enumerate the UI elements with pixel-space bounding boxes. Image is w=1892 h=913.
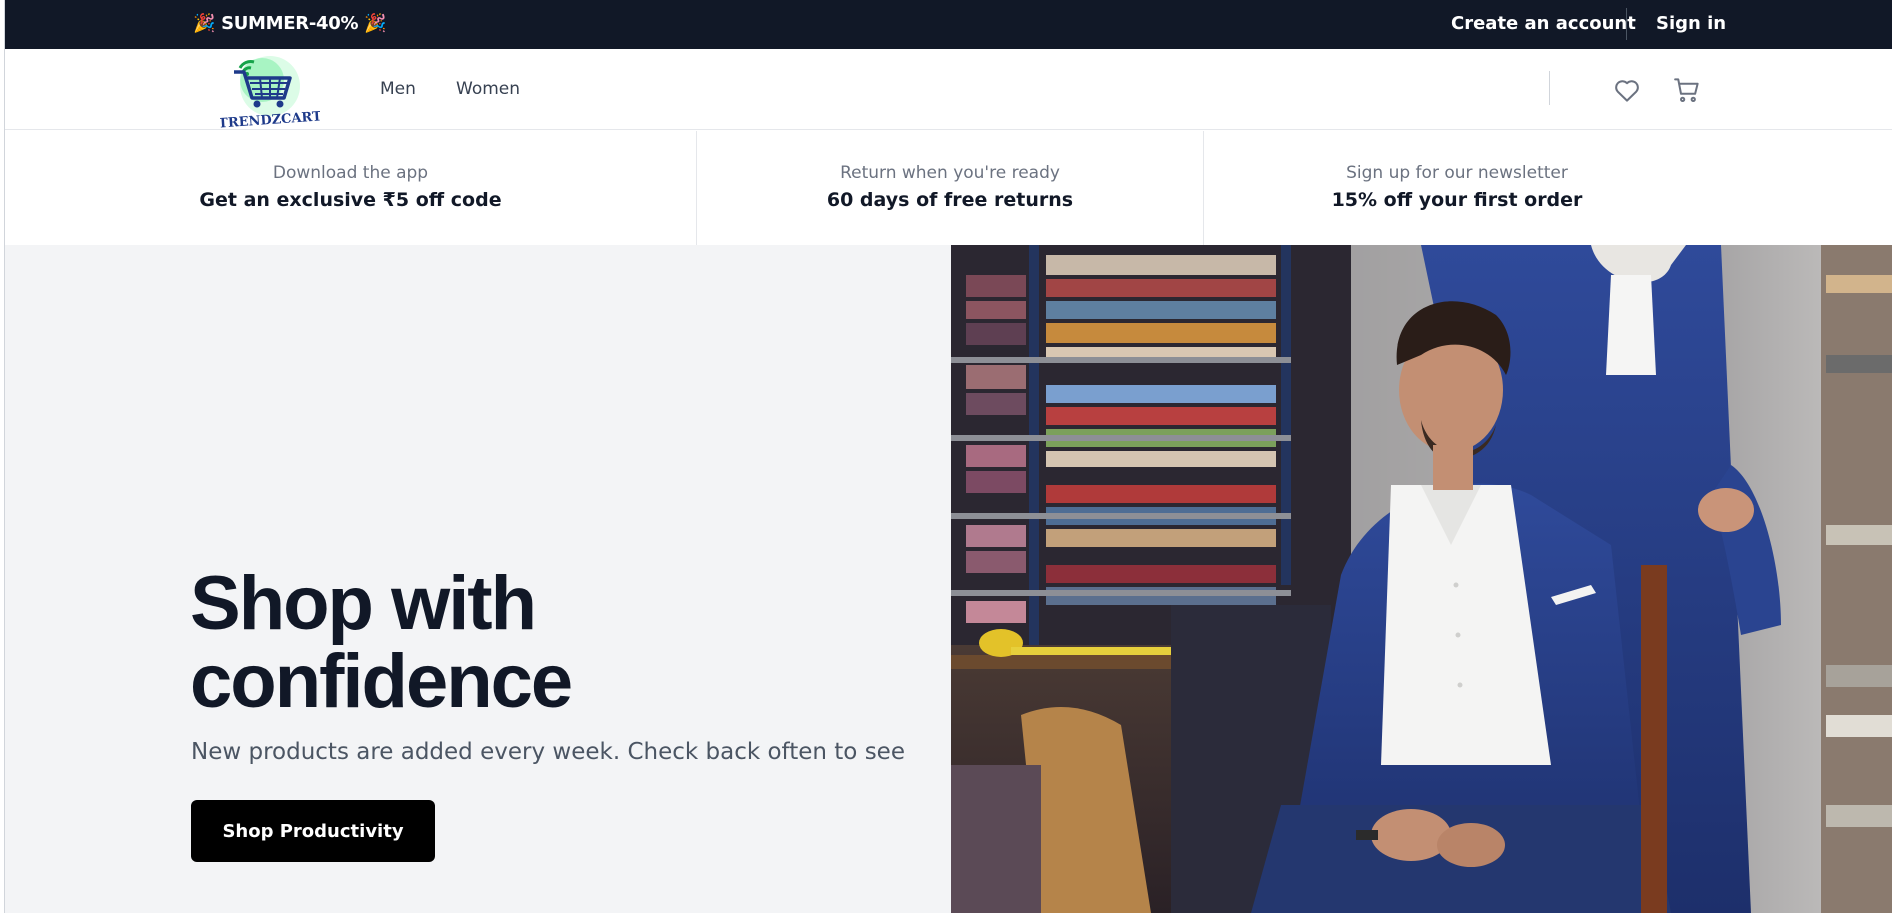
shop-productivity-button[interactable]: Shop Productivity — [191, 800, 435, 862]
hero-title: Shop with confidence — [190, 565, 910, 721]
hero-title-line-1: Shop with — [190, 561, 537, 646]
heart-icon[interactable] — [1612, 75, 1642, 105]
hero-section: Shop with confidence New products are ad… — [5, 245, 951, 913]
perk-title: 15% off your first order — [1331, 189, 1583, 211]
perk-subtitle: Sign up for our newsletter — [1346, 163, 1568, 183]
window-edge — [0, 0, 5, 913]
promo-code: 🎉 SUMMER-40% 🎉 — [193, 13, 387, 34]
perk-title: 60 days of free returns — [826, 189, 1074, 211]
perk-newsletter: Sign up for our newsletter 15% off your … — [1204, 131, 1710, 245]
hero-title-line-2: confidence — [190, 639, 573, 724]
nav-men[interactable]: Men — [380, 79, 416, 99]
site-header: TRENDZCART Men Women — [5, 49, 1892, 132]
perk-app: Download the app Get an exclusive ₹5 off… — [5, 131, 697, 245]
cart-icon[interactable] — [1672, 75, 1702, 105]
header-divider — [1549, 71, 1550, 105]
hero-subtitle: New products are added every week. Check… — [191, 739, 905, 765]
sign-in-link[interactable]: Sign in — [1656, 13, 1726, 34]
promo-bar: 🎉 SUMMER-40% 🎉 Create an account Sign in — [5, 0, 1892, 49]
perk-returns: Return when you're ready 60 days of free… — [697, 131, 1204, 245]
logo-wordmark: TRENDZCART — [220, 109, 320, 128]
perk-subtitle: Download the app — [272, 163, 429, 183]
perks-strip: Download the app Get an exclusive ₹5 off… — [5, 131, 1892, 245]
perk-subtitle: Return when you're ready — [840, 163, 1060, 183]
logo[interactable]: TRENDZCART — [218, 52, 323, 132]
create-account-link[interactable]: Create an account — [1451, 13, 1636, 34]
nav-women[interactable]: Women — [456, 79, 520, 99]
hero-image — [951, 245, 1892, 913]
promo-divider — [1626, 8, 1627, 40]
perk-title: Get an exclusive ₹5 off code — [199, 189, 502, 211]
